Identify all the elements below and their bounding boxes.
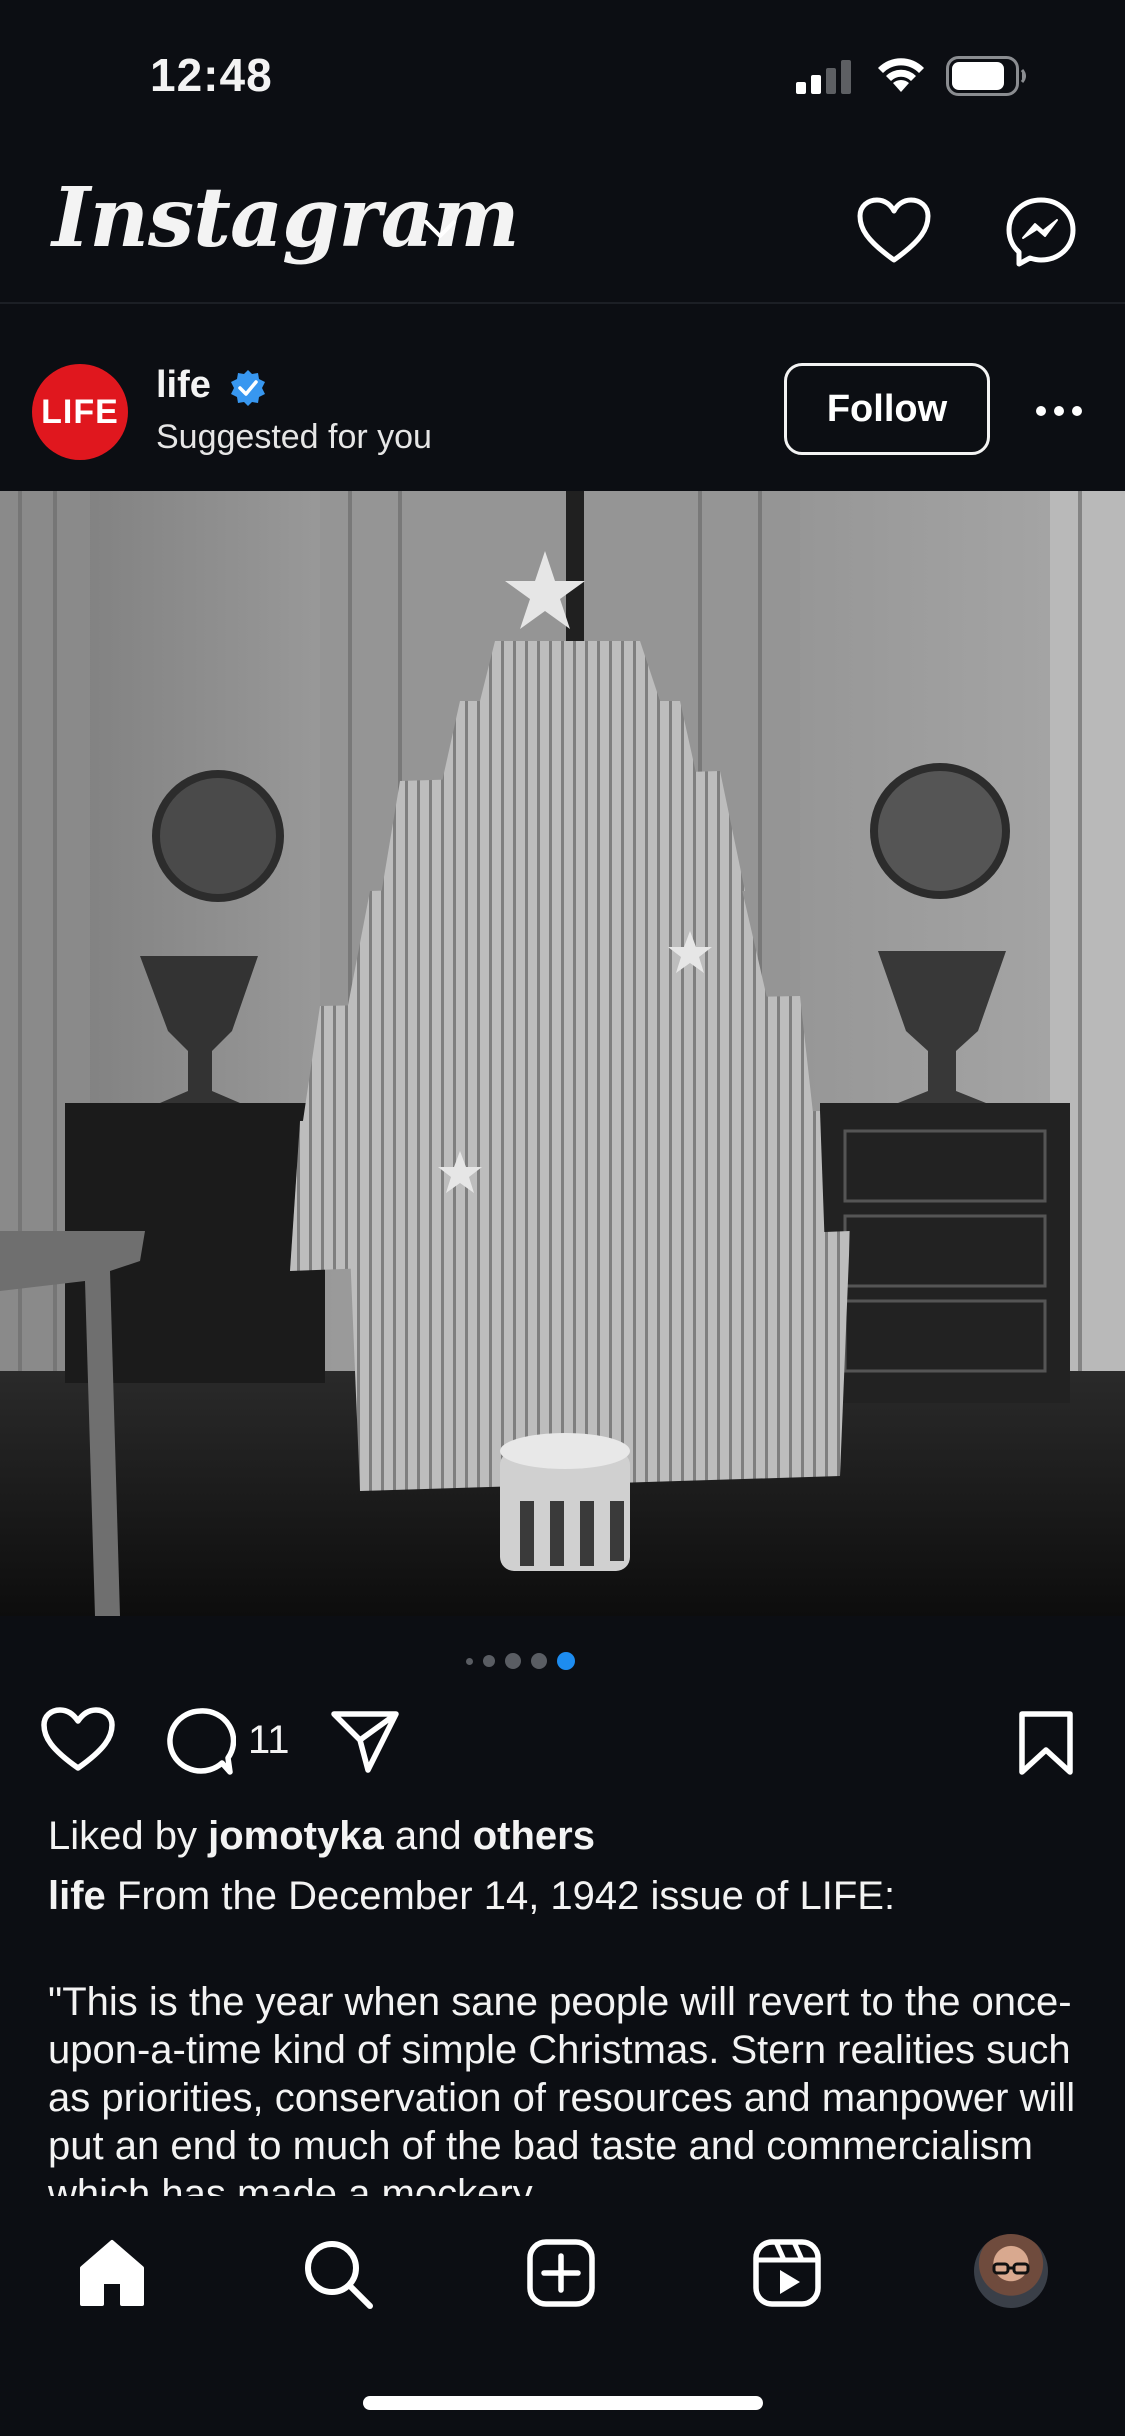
more-options-icon[interactable] [1034,404,1084,418]
follow-button[interactable]: Follow [784,363,990,455]
battery-icon [946,56,1026,96]
verified-badge-icon [231,370,265,406]
comment-icon[interactable] [164,1706,236,1778]
post-author-avatar[interactable]: LIFE [32,364,128,460]
carousel-dot-active [557,1652,575,1670]
liked-by-line: Liked by jomotyka and others [48,1812,1088,1860]
reels-icon[interactable] [752,2238,822,2308]
profile-avatar[interactable] [974,2234,1048,2308]
caption-first-text: From the December 14, 1942 issue of LIFE… [116,1874,896,1918]
liked-by-and: and [394,1814,462,1858]
caption-first-line: life From the December 14, 1942 issue of… [48,1872,1088,1920]
post-photo[interactable] [0,491,1125,1616]
comment-count[interactable]: 11 [248,1718,290,1763]
create-post-icon[interactable] [526,2238,596,2308]
carousel-dot [483,1655,495,1667]
carousel-indicator [466,1652,575,1670]
wifi-icon [878,58,924,92]
home-icon[interactable] [76,2238,148,2308]
post-username[interactable]: life [156,364,211,407]
caption-username[interactable]: life [48,1874,106,1918]
carousel-dot [531,1653,547,1669]
status-time: 12:48 [150,49,273,101]
home-indicator[interactable] [363,2396,763,2410]
search-icon[interactable] [302,2238,374,2310]
carousel-dot [505,1653,521,1669]
paper-christmas-tree-photo [0,491,1125,1616]
messenger-icon[interactable] [1005,196,1077,268]
profile-avatar-image [992,2262,1030,2275]
notifications-heart-icon[interactable] [856,196,932,266]
share-icon[interactable] [330,1708,400,1774]
caption-body[interactable]: "This is the year when sane people will … [48,1978,1088,2218]
suggested-for-you-label: Suggested for you [156,418,432,456]
chevron-down-icon[interactable] [420,216,460,242]
liked-by-others[interactable]: others [473,1814,595,1858]
liked-by-user[interactable]: jomotyka [208,1814,384,1858]
carousel-dot [466,1657,473,1665]
cellular-signal-icon [796,60,851,94]
save-bookmark-icon[interactable] [1016,1710,1076,1776]
like-icon[interactable] [40,1706,116,1774]
header-divider [0,302,1125,304]
liked-by-prefix: Liked by [48,1814,197,1858]
